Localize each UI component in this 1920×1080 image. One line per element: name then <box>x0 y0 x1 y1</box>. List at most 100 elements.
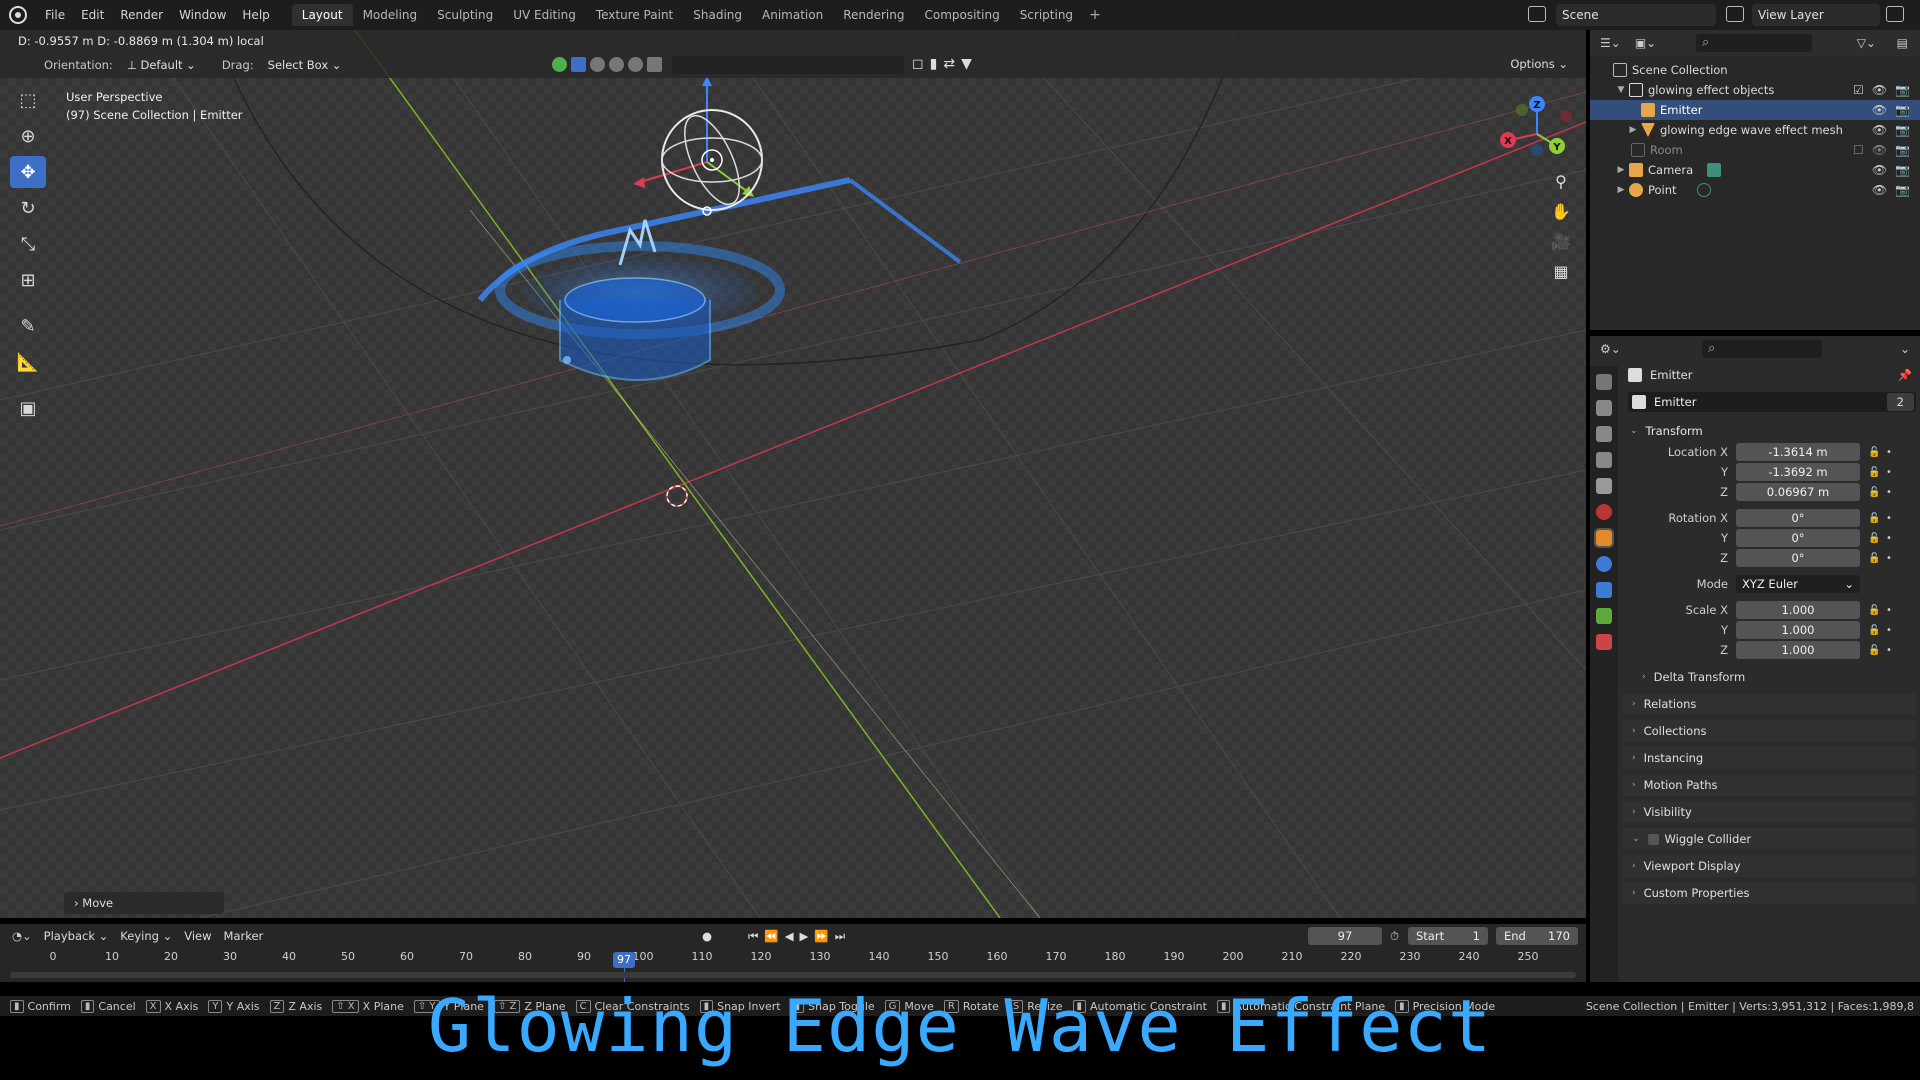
camera-view-icon[interactable]: 🎥 <box>1548 228 1574 254</box>
annotate-tool-icon[interactable]: ✎ <box>10 310 46 342</box>
move-tool-icon[interactable]: ✥ <box>10 156 46 188</box>
tab-compositing[interactable]: Compositing <box>914 4 1009 26</box>
perspective-toggle-icon[interactable]: ▦ <box>1548 258 1574 284</box>
bookmark-icon[interactable]: ▮ <box>930 56 938 72</box>
rotation-y-field[interactable]: 0° <box>1736 529 1860 547</box>
scene-tab-icon[interactable] <box>1596 478 1612 494</box>
eye-icon[interactable]: 👁 <box>1872 123 1887 137</box>
outliner-row-emitter[interactable]: Emitter 👁 📷 <box>1590 100 1920 120</box>
play-icon[interactable]: ▶ <box>800 929 815 943</box>
lock-icon[interactable]: 🔓 <box>1868 533 1882 544</box>
rendered-shading-icon[interactable] <box>628 56 643 72</box>
scene-selector[interactable]: Scene <box>1556 4 1716 26</box>
outliner-row-camera[interactable]: ▶ Camera 👁 📷 <box>1590 160 1920 180</box>
lock-icon[interactable]: 🔓 <box>1868 625 1882 636</box>
tool-tab-icon[interactable] <box>1596 374 1612 390</box>
panel-instancing[interactable]: › Instancing <box>1622 747 1916 769</box>
sync-icon[interactable]: ⇄ <box>943 56 955 72</box>
eye-icon[interactable]: 👁 <box>1872 83 1887 97</box>
keyframe-dot-icon[interactable]: • <box>1886 625 1894 636</box>
outliner-row-scene-collection[interactable]: Scene Collection <box>1590 60 1920 80</box>
outliner-row-point[interactable]: ▶ Point 👁 📷 <box>1590 180 1920 200</box>
menu-help[interactable]: Help <box>234 0 277 30</box>
keyframe-dot-icon[interactable]: • <box>1886 645 1894 656</box>
eye-icon[interactable]: 👁 <box>1872 183 1887 197</box>
add-workspace-button[interactable]: + <box>1083 4 1107 26</box>
eye-icon[interactable]: 👁 <box>1872 163 1887 177</box>
menu-edit[interactable]: Edit <box>73 0 112 30</box>
timeline-scrollbar[interactable] <box>10 972 1576 978</box>
location-y-field[interactable]: -1.3692 m <box>1736 463 1860 481</box>
properties-options-icon[interactable]: ⌄ <box>1900 342 1910 356</box>
overlay-toggle-icon[interactable] <box>647 56 662 72</box>
tab-uv-editing[interactable]: UV Editing <box>503 4 586 26</box>
timeline-editor-type-icon[interactable]: ◔⌄ <box>12 929 32 943</box>
object-tab-icon[interactable] <box>1594 528 1614 548</box>
camera-render-icon[interactable]: 📷 <box>1895 183 1910 197</box>
camera-render-icon[interactable]: 📷 <box>1895 143 1910 157</box>
scale-x-field[interactable]: 1.000 <box>1736 601 1860 619</box>
viewport-search-field[interactable] <box>672 56 904 74</box>
orientation-dropdown[interactable]: ⊥ Default ⌄ <box>118 56 204 74</box>
menu-window[interactable]: Window <box>171 0 234 30</box>
constraints-tab-icon[interactable] <box>1596 582 1612 598</box>
expand-arrow-icon[interactable]: ▶ <box>1628 125 1638 135</box>
collection-icon[interactable]: ◻ <box>912 56 924 72</box>
camera-render-icon[interactable]: 📷 <box>1895 83 1910 97</box>
outliner-filter-icon[interactable]: ▽⌄ <box>1857 36 1876 50</box>
menu-marker[interactable]: Marker <box>224 929 264 943</box>
tab-modeling[interactable]: Modeling <box>353 4 428 26</box>
start-frame-field[interactable]: Start 1 <box>1408 927 1488 945</box>
gizmo-toggle-icon[interactable] <box>552 56 567 72</box>
solid-shading-icon[interactable] <box>590 56 605 72</box>
user-count-badge[interactable]: 2 <box>1886 393 1914 411</box>
new-view-layer-icon[interactable] <box>1886 6 1904 22</box>
expand-arrow-icon[interactable]: ▼ <box>1616 85 1626 95</box>
cursor-tool-icon[interactable]: ⊕ <box>10 120 46 152</box>
location-z-field[interactable]: 0.06967 m <box>1736 483 1860 501</box>
tab-sculpting[interactable]: Sculpting <box>427 4 503 26</box>
filter-icon[interactable]: ▼ <box>961 56 972 72</box>
add-cube-tool-icon[interactable]: ▣ <box>10 392 46 424</box>
jump-start-icon[interactable]: ⏮ <box>748 929 764 943</box>
panel-collections[interactable]: › Collections <box>1622 720 1916 742</box>
outliner-search-field[interactable]: ⌕ <box>1696 34 1812 52</box>
keyframe-dot-icon[interactable]: • <box>1886 487 1894 498</box>
texture-tab-icon[interactable] <box>1596 634 1612 650</box>
panel-viewport-display[interactable]: › Viewport Display <box>1622 855 1916 877</box>
camera-render-icon[interactable]: 📷 <box>1895 123 1910 137</box>
menu-file[interactable]: File <box>37 0 73 30</box>
object-datablock-field[interactable]: Emitter 2 <box>1628 392 1916 412</box>
tab-scripting[interactable]: Scripting <box>1010 4 1083 26</box>
output-tab-icon[interactable] <box>1596 426 1612 442</box>
outliner-row-glowing-edge-wave-mesh[interactable]: ▶ glowing edge wave effect mesh 👁 📷 <box>1590 120 1920 140</box>
tab-layout[interactable]: Layout <box>291 4 353 26</box>
outliner-row-glowing-effect-objects[interactable]: ▼ glowing effect objects ☑ 👁 📷 <box>1590 80 1920 100</box>
pan-hand-icon[interactable]: ✋ <box>1548 198 1574 224</box>
checkbox-icon[interactable]: ☑ <box>1853 83 1864 97</box>
rotation-x-field[interactable]: 0° <box>1736 509 1860 527</box>
panel-custom-properties[interactable]: › Custom Properties <box>1622 882 1916 904</box>
pin-icon[interactable]: 📌 <box>1898 368 1912 382</box>
transform-tool-icon[interactable]: ⊞ <box>10 264 46 296</box>
view-layer-selector[interactable]: View Layer <box>1752 4 1880 26</box>
lock-icon[interactable]: 🔓 <box>1868 553 1882 564</box>
scene-browse-icon[interactable] <box>1528 6 1546 22</box>
menu-keying[interactable]: Keying ⌄ <box>120 929 172 943</box>
last-operator-panel[interactable]: › Move <box>64 892 224 914</box>
transform-panel-header[interactable]: ⌄ Transform <box>1622 420 1916 442</box>
menu-render[interactable]: Render <box>112 0 171 30</box>
lock-icon[interactable]: 🔓 <box>1868 513 1882 524</box>
checkbox-icon[interactable]: ☐ <box>1853 143 1864 157</box>
wireframe-shading-icon[interactable] <box>571 56 586 72</box>
clock-icon[interactable]: ⏱ <box>1390 929 1399 944</box>
frame-ruler[interactable]: 0 10 20 30 40 50 60 70 80 90 100 110 120 130 140 150 160… <box>0 948 1586 966</box>
material-shading-icon[interactable] <box>609 56 624 72</box>
blender-logo-icon[interactable] <box>9 6 27 24</box>
expand-arrow-icon[interactable]: ▶ <box>1616 185 1626 195</box>
world-tab-icon[interactable] <box>1596 504 1612 520</box>
panel-motion-paths[interactable]: › Motion Paths <box>1622 774 1916 796</box>
object-browse-icon[interactable] <box>1632 395 1646 409</box>
menu-playback[interactable]: Playback ⌄ <box>44 929 109 943</box>
object-data-tab-icon[interactable] <box>1596 608 1612 624</box>
